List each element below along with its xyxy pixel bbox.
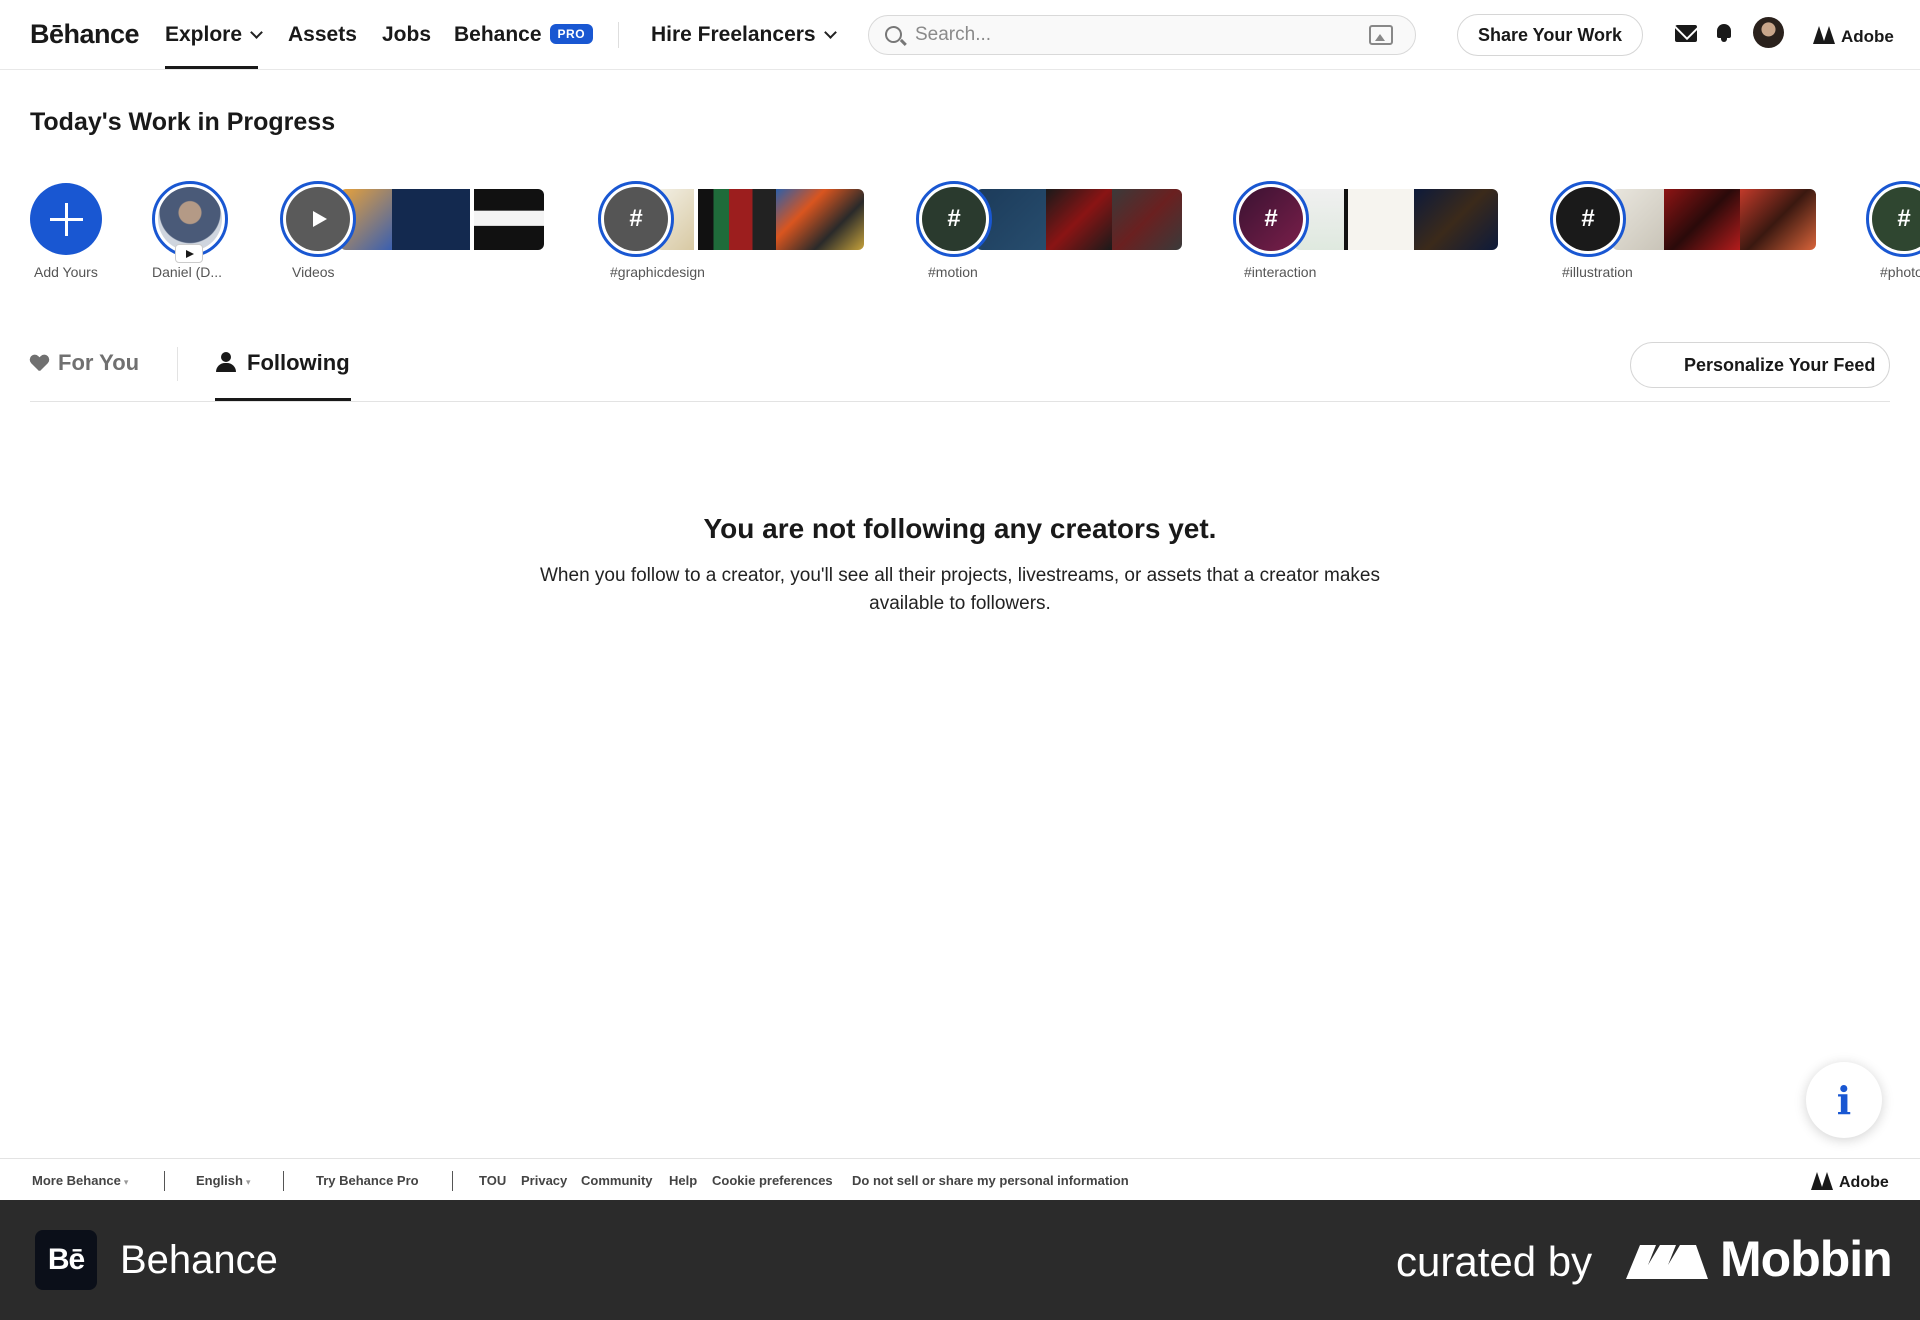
chevron-down-icon: [250, 26, 263, 39]
mail-icon[interactable]: [1675, 25, 1697, 42]
tab-divider: [177, 347, 178, 381]
notification-bell-icon[interactable]: [1716, 22, 1732, 42]
story-label: #interaction: [1244, 264, 1317, 280]
footer-link-help[interactable]: Help: [669, 1173, 697, 1188]
behance-logo[interactable]: Bēhance: [30, 19, 140, 50]
footer-more-behance[interactable]: More Behance ▾: [32, 1173, 128, 1188]
video-badge-icon: [175, 244, 203, 263]
hashtag-icon: #: [1872, 187, 1920, 251]
footer-adobe-label: Adobe: [1839, 1174, 1889, 1191]
story-label: #graphicdesign: [610, 264, 705, 280]
chevron-down-icon: [823, 26, 837, 39]
story-label: #motion: [928, 264, 978, 280]
adobe-logo-icon: [1811, 1172, 1833, 1190]
hashtag-icon: #: [604, 187, 668, 251]
footer-link-community[interactable]: Community: [581, 1173, 653, 1188]
nav-behance-label: Behance: [454, 23, 542, 46]
story-label: #illustration: [1562, 264, 1633, 280]
footer-adobe-link[interactable]: Adobe: [1811, 1170, 1889, 1192]
videos-preview-strip[interactable]: [340, 189, 544, 250]
info-icon: i: [1836, 1077, 1852, 1123]
story-motion[interactable]: #: [916, 181, 992, 257]
tab-for-you[interactable]: For You: [30, 350, 139, 376]
nav-explore[interactable]: Explore: [165, 23, 263, 47]
story-daniel[interactable]: [152, 181, 228, 263]
nav-behance-pro[interactable]: Behance PRO: [454, 23, 594, 47]
story-photo[interactable]: #: [1866, 181, 1920, 257]
footer-more-label: More Behance: [32, 1173, 121, 1188]
adobe-logo-icon: [1813, 26, 1835, 44]
image-search-icon[interactable]: [1369, 25, 1393, 45]
play-icon: [286, 187, 350, 251]
nav-jobs[interactable]: Jobs: [382, 23, 431, 47]
footer-try-pro[interactable]: Try Behance Pro: [316, 1173, 419, 1188]
nav-hire-freelancers[interactable]: Hire Freelancers: [651, 23, 837, 47]
search-icon: [885, 26, 902, 43]
behance-app-name: Behance: [120, 1238, 278, 1282]
footer-divider: [283, 1171, 284, 1191]
story-videos[interactable]: [280, 181, 356, 257]
behance-app-icon: Bē: [35, 1230, 97, 1290]
chevron-down-icon: ▾: [123, 1177, 129, 1187]
story-label: Videos: [292, 264, 335, 280]
person-icon: [215, 352, 237, 372]
nav-assets[interactable]: Assets: [288, 23, 357, 47]
share-your-work-button[interactable]: Share Your Work: [1457, 14, 1643, 56]
footer-divider: [452, 1171, 453, 1191]
creator-avatar: [158, 187, 222, 251]
story-graphicdesign[interactable]: #: [598, 181, 674, 257]
personalize-feed-button[interactable]: Personalize Your Feed: [1630, 342, 1890, 388]
pro-badge: PRO: [549, 24, 594, 44]
tab-for-you-label: For You: [58, 350, 140, 375]
footer-language[interactable]: English ▾: [196, 1173, 250, 1188]
empty-state-description: When you follow to a creator, you'll see…: [540, 565, 1380, 614]
nav-hire-label: Hire Freelancers: [651, 23, 816, 46]
user-avatar[interactable]: [1753, 17, 1784, 48]
hashtag-icon: #: [1239, 187, 1303, 251]
info-button[interactable]: i: [1806, 1062, 1882, 1138]
illustration-preview-strip[interactable]: [1612, 189, 1816, 250]
adobe-link[interactable]: Adobe: [1813, 24, 1894, 47]
graphicdesign-preview-strip[interactable]: [656, 189, 864, 250]
empty-state-title: You are not following any creators yet.: [703, 513, 1217, 544]
wip-title: Today's Work in Progress: [30, 108, 336, 136]
story-label: #photo: [1880, 264, 1920, 280]
footer-link-privacy[interactable]: Privacy: [521, 1173, 567, 1188]
add-icon[interactable]: [30, 183, 102, 255]
footer-link-tou[interactable]: TOU: [479, 1173, 506, 1188]
search-bar: [868, 15, 1416, 55]
story-illustration[interactable]: #: [1550, 181, 1626, 257]
footer-link-do-not-sell[interactable]: Do not sell or share my personal informa…: [852, 1173, 1129, 1188]
top-navigation: Bēhance Explore Assets Jobs Behance PRO H…: [0, 0, 1920, 70]
heart-icon: [30, 355, 48, 371]
nav-divider: [618, 22, 619, 48]
footer-language-label: English: [196, 1173, 243, 1188]
footer-divider: [164, 1171, 165, 1191]
footer: More Behance ▾ English ▾ Try Behance Pro T…: [0, 1158, 1920, 1200]
curation-banner: Bē Behance curated by Mobbin: [0, 1200, 1920, 1320]
tabs-divider: [30, 401, 1890, 402]
story-interaction[interactable]: #: [1233, 181, 1309, 257]
mobbin-brand: Mobbin: [1720, 1231, 1893, 1287]
motion-preview-strip[interactable]: [976, 189, 1182, 250]
story-label: Daniel (D...: [152, 264, 223, 280]
tab-following-label: Following: [247, 350, 350, 375]
story-label: Add Yours: [34, 264, 98, 280]
mobbin-logo-icon: [1626, 1245, 1708, 1279]
adobe-label: Adobe: [1841, 27, 1894, 46]
nav-explore-label: Explore: [165, 23, 243, 46]
footer-link-cookie-preferences[interactable]: Cookie preferences: [712, 1173, 833, 1188]
hashtag-icon: #: [1556, 187, 1620, 251]
search-input[interactable]: [915, 22, 1335, 48]
tab-following[interactable]: Following: [215, 350, 350, 376]
hashtag-icon: #: [922, 187, 986, 251]
curated-by-label: curated by: [1396, 1238, 1593, 1285]
chevron-down-icon: ▾: [245, 1177, 251, 1187]
story-add-yours[interactable]: [30, 183, 102, 255]
interaction-preview-strip[interactable]: [1294, 189, 1498, 250]
nav-active-indicator: [165, 66, 258, 69]
